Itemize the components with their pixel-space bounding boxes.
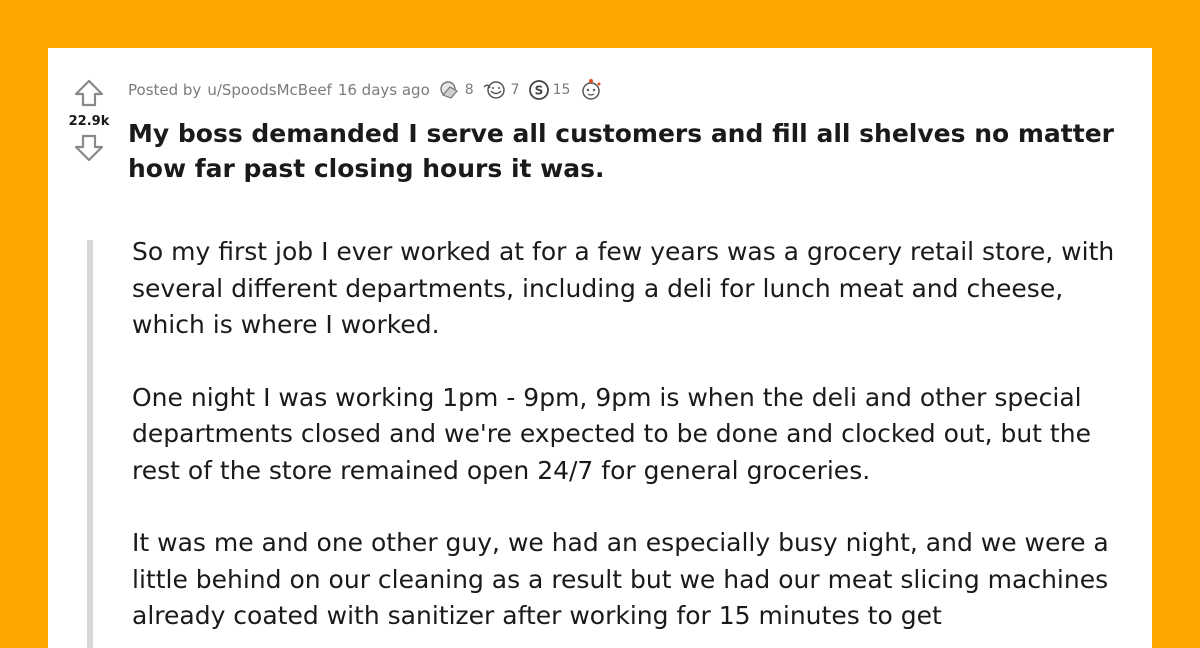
award-silver[interactable]: 8 — [438, 79, 474, 101]
award-count: 15 — [552, 82, 571, 98]
post-body: So my first job I ever worked at for a f… — [132, 234, 1137, 648]
svg-text:S: S — [534, 84, 543, 98]
post-meta: Posted by u/SpoodsMcBeef 16 days ago 8 7 — [128, 78, 607, 102]
downvote-button[interactable] — [72, 131, 106, 165]
wholesome-award-icon — [483, 81, 505, 99]
body-paragraph: It was me and one other guy, we had an e… — [132, 528, 1109, 630]
post-time[interactable]: 16 days ago — [338, 81, 430, 99]
upvote-arrow-icon — [74, 79, 104, 107]
silver-award-icon — [440, 81, 458, 99]
body-paragraph: So my first job I ever worked at for a f… — [132, 237, 1115, 339]
author-link[interactable]: u/SpoodsMcBeef — [207, 81, 332, 99]
helpful-award-icon — [582, 79, 601, 100]
award-helpful[interactable] — [578, 78, 607, 102]
downvote-arrow-icon — [74, 134, 104, 162]
upvote-button[interactable] — [72, 76, 106, 110]
vote-column: 22.9k — [48, 76, 130, 165]
vote-score: 22.9k — [68, 114, 110, 129]
award-count: 8 — [464, 82, 474, 98]
gold-coin-award-icon: S — [528, 80, 549, 100]
award-count: 7 — [510, 82, 520, 98]
blockquote-bar — [87, 240, 93, 648]
body-paragraph: One night I was working 1pm - 9pm, 9pm i… — [132, 382, 1091, 485]
award-wholesome[interactable]: 7 — [482, 79, 520, 101]
post-title[interactable]: My boss demanded I serve all customers a… — [128, 116, 1138, 186]
award-gold[interactable]: S 15 — [528, 79, 571, 101]
posted-by-label: Posted by — [128, 81, 202, 99]
post-card: 22.9k Posted by u/SpoodsMcBeef 16 days a… — [48, 48, 1152, 648]
